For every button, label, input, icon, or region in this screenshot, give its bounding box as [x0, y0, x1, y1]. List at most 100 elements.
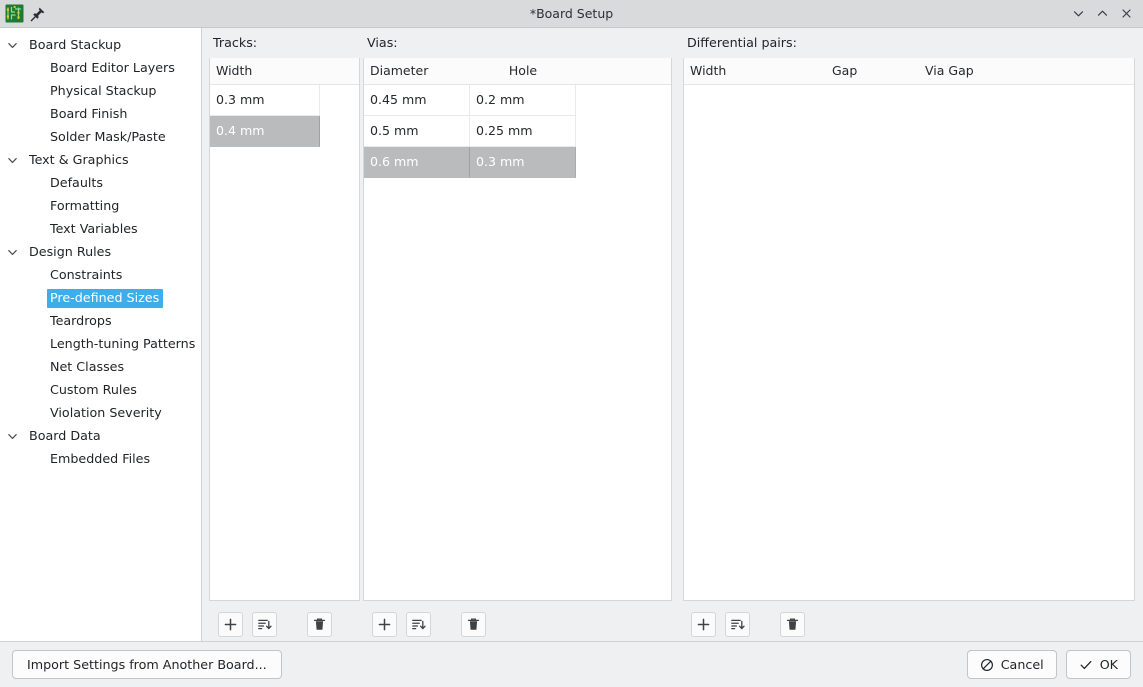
table-row[interactable]: 0.4 mm — [210, 116, 359, 147]
tracks-col-width[interactable]: Width — [210, 58, 320, 84]
sidebar-item-label: Constraints — [47, 266, 126, 285]
table-row[interactable]: 0.45 mm0.2 mm — [364, 85, 671, 116]
sidebar-item-board-stackup[interactable]: Board Stackup — [0, 34, 201, 57]
dp-sort-button[interactable] — [725, 612, 750, 637]
sidebar-item-label: Solder Mask/Paste — [47, 128, 170, 147]
sidebar-item-label: Board Finish — [47, 105, 131, 124]
title-bar-left — [0, 4, 46, 23]
title-bar: *Board Setup — [0, 0, 1143, 28]
table-cell[interactable]: 0.4 mm — [210, 116, 320, 147]
import-settings-button[interactable]: Import Settings from Another Board... — [12, 650, 282, 679]
tracks-grid[interactable]: Width 0.3 mm0.4 mm — [209, 58, 360, 601]
sidebar-item-board-editor-layers[interactable]: Board Editor Layers — [0, 57, 201, 80]
sidebar-item-label: Text Variables — [47, 220, 142, 239]
sidebar-item-board-finish[interactable]: Board Finish — [0, 103, 201, 126]
dialog-footer: Import Settings from Another Board... Ca… — [0, 641, 1143, 687]
pin-icon[interactable] — [30, 6, 46, 22]
ok-button-label: OK — [1100, 657, 1118, 672]
tracks-delete-button[interactable] — [307, 612, 332, 637]
table-cell[interactable]: 0.6 mm — [364, 147, 470, 178]
minimize-icon[interactable] — [1067, 3, 1089, 25]
table-cell[interactable]: 0.25 mm — [470, 116, 576, 147]
sidebar-item-label: Formatting — [47, 197, 123, 216]
sidebar-item-label: Board Data — [26, 427, 105, 446]
table-cell[interactable]: 0.3 mm — [470, 147, 576, 178]
predefined-sizes-page: Tracks: Width 0.3 mm0.4 mm — [202, 28, 1143, 641]
sidebar-item-board-data[interactable]: Board Data — [0, 425, 201, 448]
sidebar-item-label: Pre-defined Sizes — [47, 289, 163, 308]
tracks-add-button[interactable] — [218, 612, 243, 637]
sidebar-item-label: Text & Graphics — [26, 151, 133, 170]
maximize-icon[interactable] — [1091, 3, 1113, 25]
sidebar-item-label: Violation Severity — [47, 404, 166, 423]
vias-grid-body[interactable]: 0.45 mm0.2 mm0.5 mm0.25 mm0.6 mm0.3 mm — [364, 85, 671, 600]
chevron-down-icon[interactable] — [0, 154, 24, 167]
vias-delete-button[interactable] — [461, 612, 486, 637]
differential-pairs-title: Differential pairs: — [683, 28, 1135, 58]
differential-pairs-panel: Differential pairs: Width Gap Via Gap — [672, 28, 1143, 641]
kicad-pcb-icon — [5, 4, 24, 23]
table-cell[interactable]: 0.45 mm — [364, 85, 470, 116]
window-controls — [1067, 3, 1143, 25]
differential-pairs-grid[interactable]: Width Gap Via Gap — [683, 58, 1135, 601]
vias-toolbar — [363, 601, 672, 641]
sidebar-item-violation-severity[interactable]: Violation Severity — [0, 402, 201, 425]
vias-sort-button[interactable] — [406, 612, 431, 637]
sidebar-item-solder-mask-paste[interactable]: Solder Mask/Paste — [0, 126, 201, 149]
sidebar-item-embedded-files[interactable]: Embedded Files — [0, 448, 201, 471]
sidebar-item-label: Custom Rules — [47, 381, 141, 400]
sidebar-item-physical-stackup[interactable]: Physical Stackup — [0, 80, 201, 103]
ok-button[interactable]: OK — [1066, 650, 1131, 679]
sidebar-item-design-rules[interactable]: Design Rules — [0, 241, 201, 264]
sidebar-item-label: Board Stackup — [26, 36, 125, 55]
sidebar-item-label: Physical Stackup — [47, 82, 160, 101]
settings-tree[interactable]: Board Stackup Board Editor Layers Physical… — [0, 28, 202, 641]
sidebar-item-pre-defined-sizes[interactable]: Pre-defined Sizes — [0, 287, 201, 310]
vias-col-hole[interactable]: Hole — [470, 58, 576, 84]
sidebar-item-label: Teardrops — [47, 312, 116, 331]
sidebar-item-net-classes[interactable]: Net Classes — [0, 356, 201, 379]
tracks-title: Tracks: — [209, 28, 360, 58]
vias-panel: Vias: Diameter Hole 0.45 mm0.2 mm0.5 mm0… — [360, 28, 672, 641]
dp-add-button[interactable] — [691, 612, 716, 637]
sidebar-item-label: Length-tuning Patterns — [47, 335, 199, 354]
vias-add-button[interactable] — [372, 612, 397, 637]
sidebar-item-label: Defaults — [47, 174, 107, 193]
tracks-grid-body[interactable]: 0.3 mm0.4 mm — [210, 85, 359, 600]
sidebar-item-formatting[interactable]: Formatting — [0, 195, 201, 218]
no-entry-icon — [980, 658, 994, 672]
window-title: *Board Setup — [0, 0, 1143, 27]
table-row[interactable]: 0.6 mm0.3 mm — [364, 147, 671, 178]
dp-col-width[interactable]: Width — [684, 58, 826, 84]
check-icon — [1079, 658, 1093, 672]
dp-delete-button[interactable] — [780, 612, 805, 637]
sidebar-item-length-tuning-patterns[interactable]: Length-tuning Patterns — [0, 333, 201, 356]
differential-pairs-toolbar — [683, 601, 1135, 641]
cancel-button[interactable]: Cancel — [967, 650, 1057, 679]
vias-grid[interactable]: Diameter Hole 0.45 mm0.2 mm0.5 mm0.25 mm… — [363, 58, 672, 601]
vias-col-diameter[interactable]: Diameter — [364, 58, 470, 84]
sidebar-item-label: Embedded Files — [47, 450, 154, 469]
table-row[interactable]: 0.5 mm0.25 mm — [364, 116, 671, 147]
chevron-down-icon[interactable] — [0, 430, 24, 443]
chevron-down-icon[interactable] — [0, 246, 24, 259]
table-cell[interactable]: 0.2 mm — [470, 85, 576, 116]
sidebar-item-defaults[interactable]: Defaults — [0, 172, 201, 195]
sidebar-item-text-graphics[interactable]: Text & Graphics — [0, 149, 201, 172]
table-row[interactable]: 0.3 mm — [210, 85, 359, 116]
sidebar-item-custom-rules[interactable]: Custom Rules — [0, 379, 201, 402]
tracks-sort-button[interactable] — [252, 612, 277, 637]
sidebar-item-label: Design Rules — [26, 243, 115, 262]
chevron-down-icon[interactable] — [0, 39, 24, 52]
table-cell[interactable]: 0.5 mm — [364, 116, 470, 147]
tracks-toolbar — [209, 601, 360, 641]
sidebar-item-constraints[interactable]: Constraints — [0, 264, 201, 287]
close-icon[interactable] — [1115, 3, 1137, 25]
sidebar-item-teardrops[interactable]: Teardrops — [0, 310, 201, 333]
differential-pairs-grid-body[interactable] — [684, 85, 1134, 600]
table-cell[interactable]: 0.3 mm — [210, 85, 320, 116]
sidebar-item-label: Board Editor Layers — [47, 59, 179, 78]
dp-col-gap[interactable]: Gap — [826, 58, 919, 84]
dp-col-via-gap[interactable]: Via Gap — [919, 58, 1039, 84]
sidebar-item-text-variables[interactable]: Text Variables — [0, 218, 201, 241]
